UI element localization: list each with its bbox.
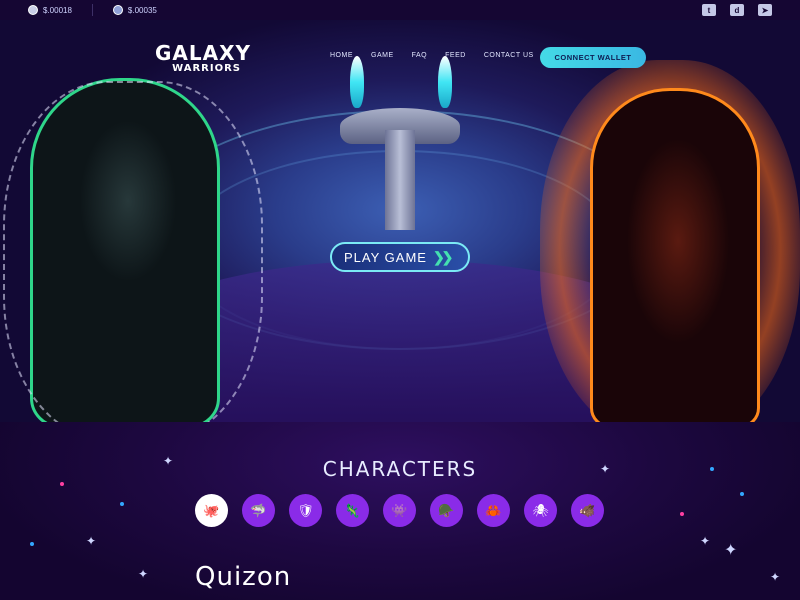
sparkle-icon: ✦ xyxy=(724,542,738,559)
play-game-button[interactable]: PLAY GAME ❯❯ xyxy=(330,242,470,272)
top-bar: $.00018 $.00035 t d ➤ xyxy=(0,0,800,20)
sparkle-icon: ✦ xyxy=(700,534,711,548)
coin-icon xyxy=(112,5,123,15)
connect-wallet-button[interactable]: CONNECT WALLET xyxy=(540,47,646,68)
token-price-1-value: $.00018 xyxy=(43,5,72,15)
warrior-icon: 🪖 xyxy=(438,502,455,518)
nav-game[interactable]: GAME xyxy=(371,52,394,59)
sparkle-icon: ✦ xyxy=(770,570,781,584)
flame-icon xyxy=(438,56,452,108)
sparkle-icon: ✦ xyxy=(138,567,149,581)
spider-icon: 🕷 xyxy=(532,502,549,518)
selected-character-name: Quizon xyxy=(195,562,292,592)
star-dot xyxy=(740,492,744,496)
character-octopus[interactable]: 🐙 xyxy=(195,494,228,527)
star-dot xyxy=(30,542,34,546)
octopus-icon: 🐙 xyxy=(203,502,220,518)
beast-icon: 🐗 xyxy=(579,502,596,518)
character-shield[interactable]: 🛡 xyxy=(289,494,322,527)
main-nav: HOME GAME FAQ FEED CONTACT US xyxy=(330,52,534,59)
hero-banner: GALAXY WARRIORS HOME GAME FAQ FEED CONTA… xyxy=(0,20,800,422)
character-selector: 🐙 🦈 🛡 🦎 👾 🪖 🦀 🕷 🐗 xyxy=(195,494,604,527)
character-shark[interactable]: 🦈 xyxy=(242,494,275,527)
token-price-2-value: $.00035 xyxy=(127,5,157,15)
shark-icon: 🦈 xyxy=(250,502,267,518)
character-alien[interactable]: 👾 xyxy=(383,494,416,527)
characters-section: ✦ ✦ ✦ ✦ ✦ ✦ ✦ CHARACTERS 🐙 🦈 🛡 🦎 👾 🪖 🦀 🕷… xyxy=(0,422,800,600)
nav-feed[interactable]: FEED xyxy=(445,52,466,59)
nav-contact-us[interactable]: CONTACT US xyxy=(484,52,534,59)
play-game-label: PLAY GAME xyxy=(344,249,427,265)
creature-icon: 🦎 xyxy=(344,502,361,518)
double-chevron-icon: ❯❯ xyxy=(432,248,454,265)
coin-icon xyxy=(28,5,38,15)
logo[interactable]: GALAXY WARRIORS xyxy=(155,41,252,77)
characters-title: CHARACTERS xyxy=(322,457,478,481)
twitter-icon[interactable]: t xyxy=(702,4,716,16)
character-warrior[interactable]: 🪖 xyxy=(430,494,463,527)
discord-icon[interactable]: d xyxy=(730,4,744,16)
arena-tower xyxy=(385,130,415,230)
star-dot xyxy=(60,482,64,486)
divider xyxy=(91,4,93,16)
star-dot xyxy=(680,512,684,516)
logo-line-1: GALAXY xyxy=(155,41,252,65)
social-links: t d ➤ xyxy=(702,4,772,16)
sparkle-icon: ✦ xyxy=(86,534,97,548)
crab-icon: 🦀 xyxy=(485,502,502,518)
telegram-icon[interactable]: ➤ xyxy=(758,4,772,16)
flame-icon xyxy=(350,56,364,108)
character-beast[interactable]: 🐗 xyxy=(571,494,604,527)
lightning-warrior-image xyxy=(3,78,263,422)
character-spider[interactable]: 🕷 xyxy=(524,494,557,527)
token-price-1: $.00018 xyxy=(28,5,72,15)
nav-faq[interactable]: FAQ xyxy=(412,52,428,59)
star-dot xyxy=(120,502,124,506)
token-price-2: $.00035 xyxy=(112,5,157,15)
nav-home[interactable]: HOME xyxy=(330,52,353,59)
fire-warrior-image xyxy=(590,88,760,422)
character-creature[interactable]: 🦎 xyxy=(336,494,369,527)
alien-icon: 👾 xyxy=(391,502,408,518)
lightning-effect xyxy=(3,81,263,422)
character-crab[interactable]: 🦀 xyxy=(477,494,510,527)
shield-icon: 🛡 xyxy=(297,502,314,518)
